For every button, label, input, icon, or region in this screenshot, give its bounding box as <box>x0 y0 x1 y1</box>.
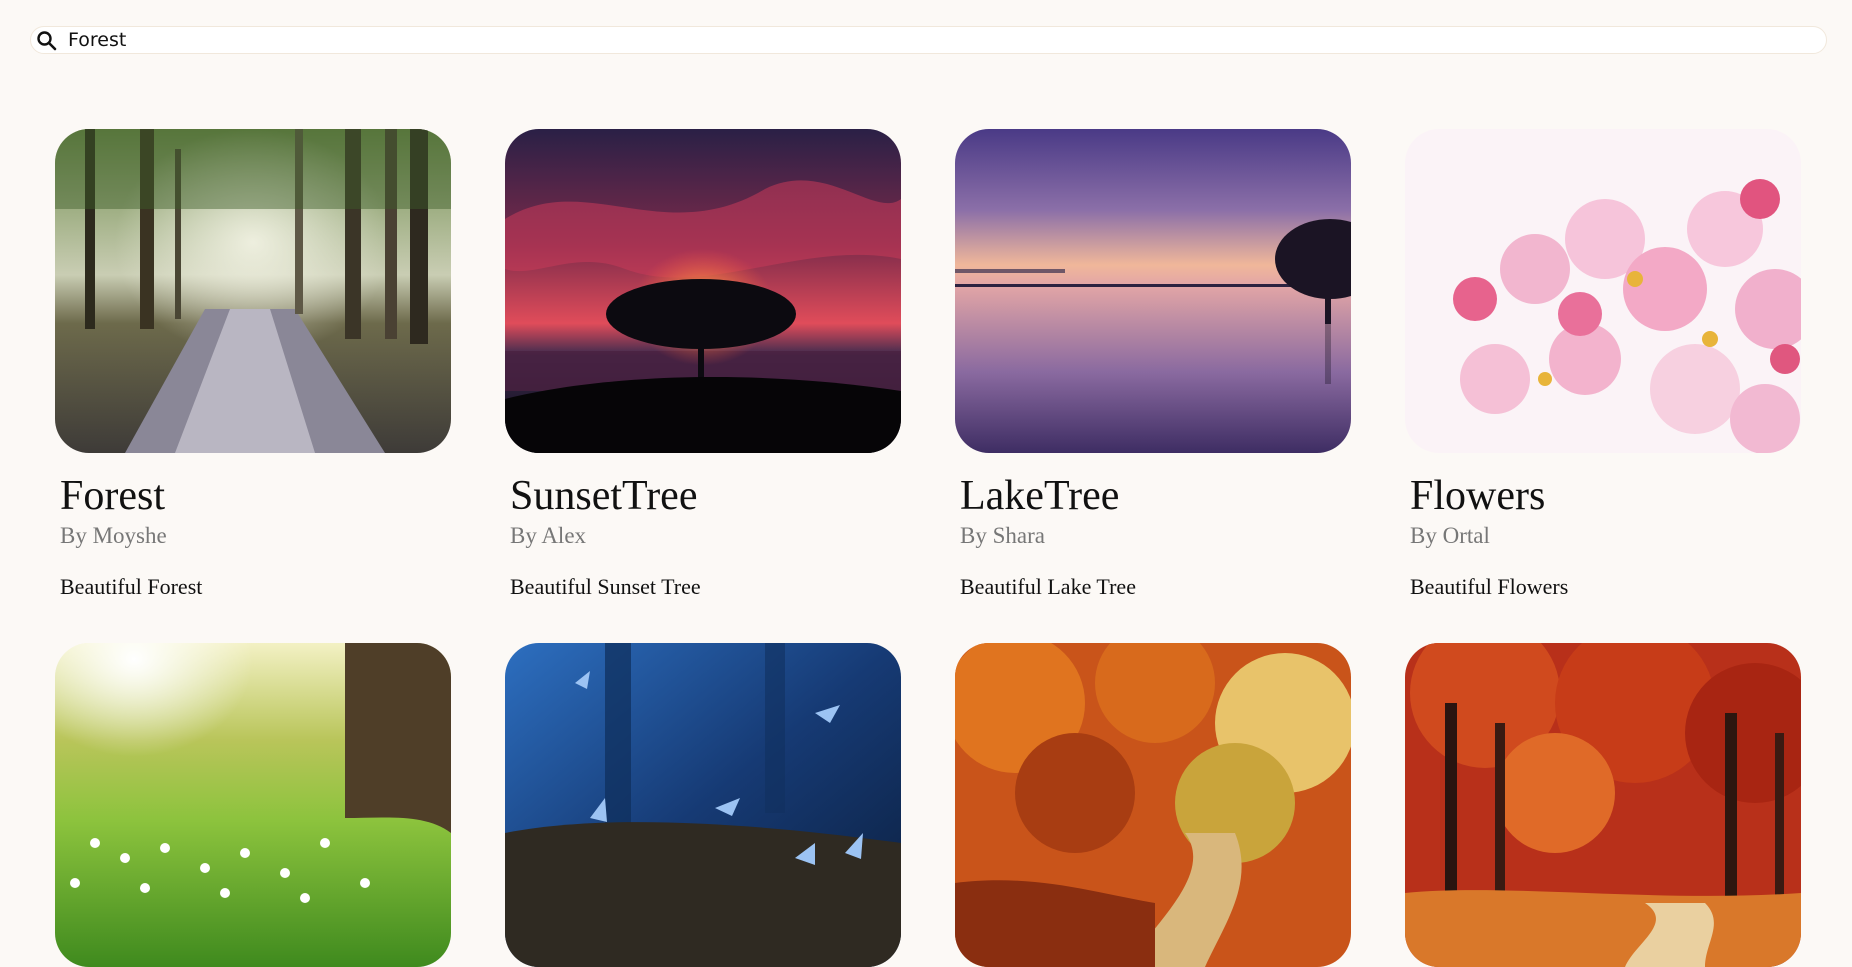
card-author: By Shara <box>960 523 1045 548</box>
card-description: Beautiful Lake Tree <box>960 574 1136 599</box>
card-title: SunsetTree <box>510 473 698 519</box>
cherry-blossom-image[interactable] <box>1405 129 1801 453</box>
search-input[interactable] <box>68 28 1808 52</box>
search-icon <box>37 31 57 51</box>
image-card-meadow[interactable] <box>55 643 451 967</box>
card-description: Beautiful Forest <box>60 574 203 599</box>
image-card-red-autumn[interactable] <box>1405 643 1801 967</box>
card-title: Flowers <box>1410 473 1546 519</box>
search-bar[interactable] <box>30 26 1827 54</box>
image-card-autumn-road[interactable] <box>955 643 1351 967</box>
autumn-road-image[interactable] <box>955 643 1351 967</box>
card-author: By Alex <box>510 523 587 548</box>
image-card-flowers[interactable]: Flowers By Ortal Beautiful Flowers <box>1405 129 1801 599</box>
image-card-forest[interactable]: Forest By Moyshe Beautiful Forest <box>55 129 451 599</box>
card-author: By Ortal <box>1410 523 1490 548</box>
card-title: Forest <box>60 473 165 519</box>
meadow-tree-image[interactable] <box>55 643 451 967</box>
card-description: Beautiful Flowers <box>1410 574 1569 599</box>
image-card-butterflies[interactable] <box>505 643 901 967</box>
card-description: Beautiful Sunset Tree <box>510 574 701 599</box>
sunset-tree-image[interactable] <box>505 129 901 453</box>
image-card-laketree[interactable]: LakeTree By Shara Beautiful Lake Tree <box>955 129 1351 599</box>
red-autumn-forest-image[interactable] <box>1405 643 1801 967</box>
card-author: By Moyshe <box>60 523 167 548</box>
image-card-sunsettree[interactable]: SunsetTree By Alex Beautiful Sunset Tree <box>505 129 901 599</box>
forest-path-image[interactable] <box>55 129 451 453</box>
lake-tree-image[interactable] <box>955 129 1351 453</box>
blue-butterflies-image[interactable] <box>505 643 901 967</box>
card-title: LakeTree <box>960 473 1120 519</box>
